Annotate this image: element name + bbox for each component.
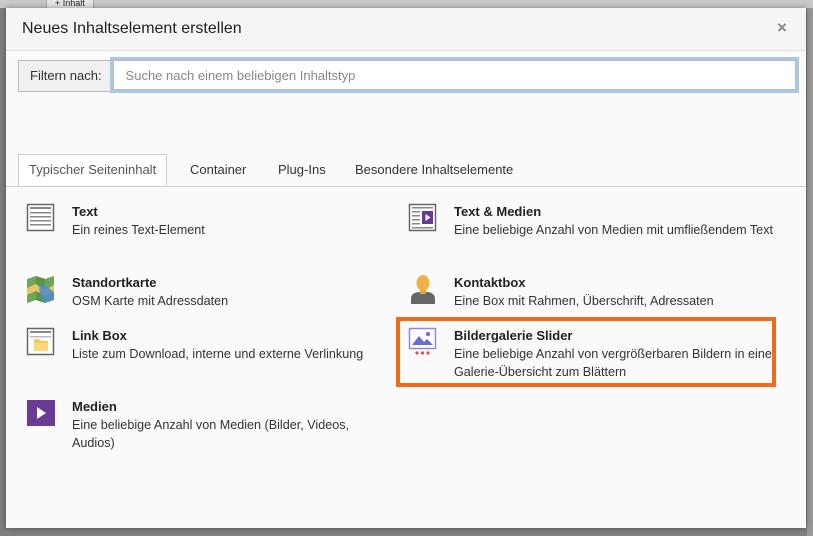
filter-row: Filtern nach: <box>18 60 796 92</box>
item-description: OSM Karte mit Adressdaten <box>72 294 229 308</box>
text-media-icon <box>408 203 437 232</box>
close-icon[interactable]: × <box>774 18 790 38</box>
link-box-icon <box>26 327 55 356</box>
modal-body: Filtern nach: Typischer Seiteninhalt Con… <box>6 51 806 528</box>
item-title: Bildergalerie Slider <box>454 328 573 343</box>
contact-person-icon <box>411 275 435 304</box>
item-description: Eine beliebige Anzahl von Medien mit umf… <box>454 223 773 237</box>
filter-search-input[interactable] <box>112 60 796 90</box>
modal-header: Neues Inhaltselement erstellen × <box>6 8 806 51</box>
item-description: Liste zum Download, interne und externe … <box>72 347 364 361</box>
content-item-medien[interactable]: Medien Eine beliebige Anzahl von Medien … <box>26 398 386 454</box>
tab-typischer-seiteninhalt[interactable]: Typischer Seiteninhalt <box>18 154 168 186</box>
item-description: Eine Box mit Rahmen, Überschrift, Adress… <box>454 294 714 308</box>
text-icon <box>26 203 55 232</box>
item-title: Link Box <box>72 328 127 343</box>
content-item-kontaktbox[interactable]: Kontaktbox Eine Box mit Rahmen, Überschr… <box>408 274 788 314</box>
content-item-text[interactable]: Text Ein reines Text-Element <box>26 203 386 243</box>
item-title: Text <box>72 204 98 219</box>
content-item-bildergalerie-slider[interactable]: Bildergalerie Slider Eine beliebige Anza… <box>408 327 788 383</box>
item-title: Standortkarte <box>72 275 157 290</box>
background-toolbar <box>0 0 813 8</box>
item-description: Eine beliebige Anzahl von Medien (Bilder… <box>72 418 350 450</box>
item-description: Ein reines Text-Element <box>72 223 205 237</box>
content-item-link-box[interactable]: Link Box Liste zum Download, interne und… <box>26 327 406 367</box>
content-element-list: Text Ein reines Text-Element Text & Medi… <box>6 187 806 517</box>
background-right-edge <box>807 8 813 536</box>
gallery-slider-icon <box>408 327 437 355</box>
map-icon <box>27 276 54 303</box>
modal-title: Neues Inhaltselement erstellen <box>22 20 242 37</box>
content-item-standortkarte[interactable]: Standortkarte OSM Karte mit Adressdaten <box>26 274 386 314</box>
item-title: Kontaktbox <box>454 275 526 290</box>
content-item-text-medien[interactable]: Text & Medien Eine beliebige Anzahl von … <box>408 203 788 259</box>
item-description: Eine beliebige Anzahl von vergrößerbaren… <box>454 347 777 379</box>
item-title: Text & Medien <box>454 204 542 219</box>
filter-label: Filtern nach: <box>18 60 113 92</box>
tab-bar: Typischer Seiteninhalt Container Plug-In… <box>6 154 806 187</box>
tab-besondere-inhaltselemente[interactable]: Besondere Inhaltselemente <box>345 154 523 186</box>
item-title: Medien <box>72 399 117 414</box>
new-content-element-modal: Neues Inhaltselement erstellen × Filtern… <box>6 8 806 528</box>
tab-container[interactable]: Container <box>180 154 256 186</box>
media-play-icon <box>27 400 55 426</box>
tab-plug-ins[interactable]: Plug-Ins <box>268 154 336 186</box>
